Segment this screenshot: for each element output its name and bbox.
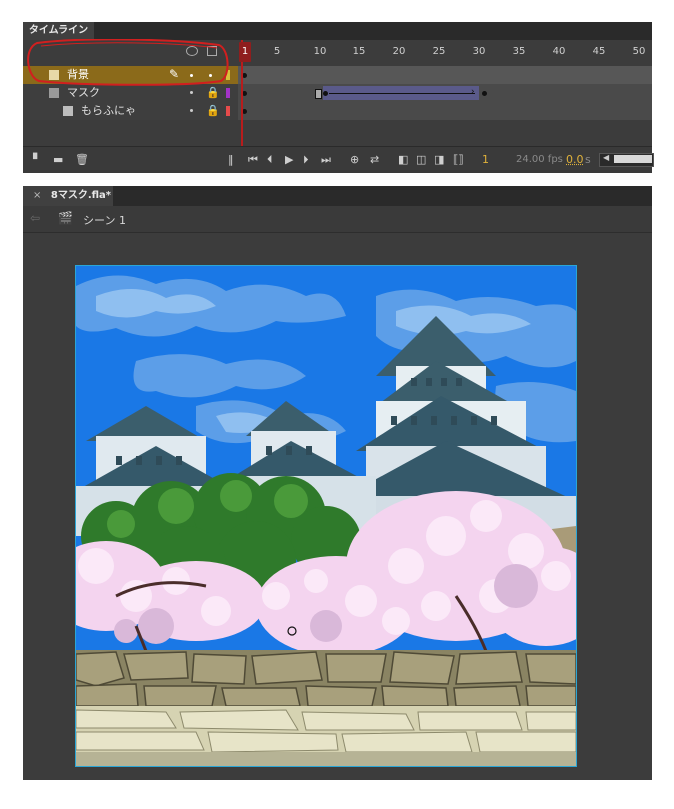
panel-divider-icon[interactable]: ‖ xyxy=(228,153,234,167)
lock-icon[interactable]: 🔒 xyxy=(206,104,220,117)
highlight-circle xyxy=(27,39,229,86)
step-back-icon[interactable]: ⏴ xyxy=(267,153,273,167)
motion-tween[interactable]: › xyxy=(323,86,479,100)
layer-color-swatch[interactable] xyxy=(226,106,230,116)
ruler-number: 40 xyxy=(552,46,566,57)
tween-arrow xyxy=(329,93,475,94)
masked-layer-icon xyxy=(63,106,73,116)
time-unit: s xyxy=(585,153,591,166)
timeline-panel: タイムライン 1 5 10 15 20 25 30 35 40 45 50 背景… xyxy=(23,22,654,173)
ruler-number: 20 xyxy=(392,46,406,57)
stage-canvas[interactable] xyxy=(75,265,577,767)
scroll-left-icon[interactable]: ◀ xyxy=(603,153,609,162)
new-folder-icon[interactable]: ▬ xyxy=(53,153,63,167)
keyframe[interactable] xyxy=(482,91,487,96)
loop-icon[interactable]: ⇄ xyxy=(370,153,379,167)
empty-keyframe[interactable] xyxy=(315,89,322,99)
ruler-number: 15 xyxy=(352,46,366,57)
tween-arrow-head: › xyxy=(471,87,475,97)
layer-row-morafunya[interactable]: もらふにゃ 🔒 xyxy=(23,102,652,120)
onion-markers-icon[interactable]: ⟦⟧ xyxy=(453,153,464,167)
onion-outline-icon[interactable]: ◫ xyxy=(416,153,426,167)
castle-illustration xyxy=(76,266,576,766)
play-icon[interactable]: ▶ xyxy=(285,153,293,167)
horizontal-scrollbar[interactable]: ◀ xyxy=(599,153,654,167)
go-to-first-icon[interactable]: ⏮ xyxy=(248,153,258,167)
layer-frames[interactable] xyxy=(238,102,652,120)
scene-bar: ⇦ 🎬 シーン 1 xyxy=(23,206,652,233)
ruler-number: 5 xyxy=(273,46,281,57)
ruler-numbers: 1 5 10 15 20 25 30 35 40 45 50 xyxy=(238,40,652,66)
new-layer-icon[interactable]: ▘ xyxy=(33,153,41,167)
layer-frames[interactable] xyxy=(238,66,652,84)
tween-start-dot xyxy=(323,91,328,96)
step-forward-icon[interactable]: ⏵ xyxy=(303,153,309,167)
edit-multiple-icon[interactable]: ◨ xyxy=(434,153,444,167)
clapperboard-icon: 🎬 xyxy=(58,211,73,225)
timeline-controls: ▘ ▬ 🗑 ‖ ⏮ ⏴ ▶ ⏵ ⏭ ⊕ ⇄ ◧ ◫ ◨ ⟦⟧ 1 24.00 f… xyxy=(23,146,654,173)
fps-value[interactable]: 24.00 fps xyxy=(516,153,563,167)
elapsed-time-value[interactable]: 0.0 xyxy=(566,153,584,167)
scene-label[interactable]: シーン 1 xyxy=(83,212,126,228)
ruler-number: 25 xyxy=(432,46,446,57)
scroll-track[interactable] xyxy=(614,155,652,163)
layer-frames[interactable]: › xyxy=(238,84,652,102)
ruler-number: 45 xyxy=(592,46,606,57)
layer-name[interactable]: もらふにゃ xyxy=(81,102,136,120)
ruler-number: 50 xyxy=(632,46,646,57)
center-frame-icon[interactable]: ⊕ xyxy=(350,153,359,167)
ruler-number: 10 xyxy=(313,46,327,57)
close-icon[interactable]: × xyxy=(33,190,41,201)
layer-color-swatch[interactable] xyxy=(226,88,230,98)
document-tab[interactable]: × 8マスク.fla* xyxy=(23,186,113,206)
back-arrow-icon[interactable]: ⇦ xyxy=(30,211,40,225)
visibility-dot[interactable] xyxy=(190,109,193,112)
mask-layer-icon xyxy=(49,88,59,98)
trash-icon[interactable]: 🗑 xyxy=(75,153,89,167)
document-title: 8マスク.fla* xyxy=(50,190,112,201)
timeline-tab[interactable]: タイムライン xyxy=(23,22,94,40)
onion-skin-icon[interactable]: ◧ xyxy=(398,153,408,167)
visibility-dot[interactable] xyxy=(190,91,193,94)
go-to-last-icon[interactable]: ⏭ xyxy=(321,153,331,167)
current-frame-value[interactable]: 1 xyxy=(482,153,489,167)
playhead[interactable]: 1 xyxy=(239,42,251,62)
timeline-tab-bar: タイムライン xyxy=(23,22,652,40)
stage-panel: × 8マスク.fla* ⇦ 🎬 シーン 1 xyxy=(23,186,652,780)
document-tab-bar: × 8マスク.fla* xyxy=(23,186,652,206)
ruler-number: 35 xyxy=(512,46,526,57)
ruler-number: 30 xyxy=(472,46,486,57)
